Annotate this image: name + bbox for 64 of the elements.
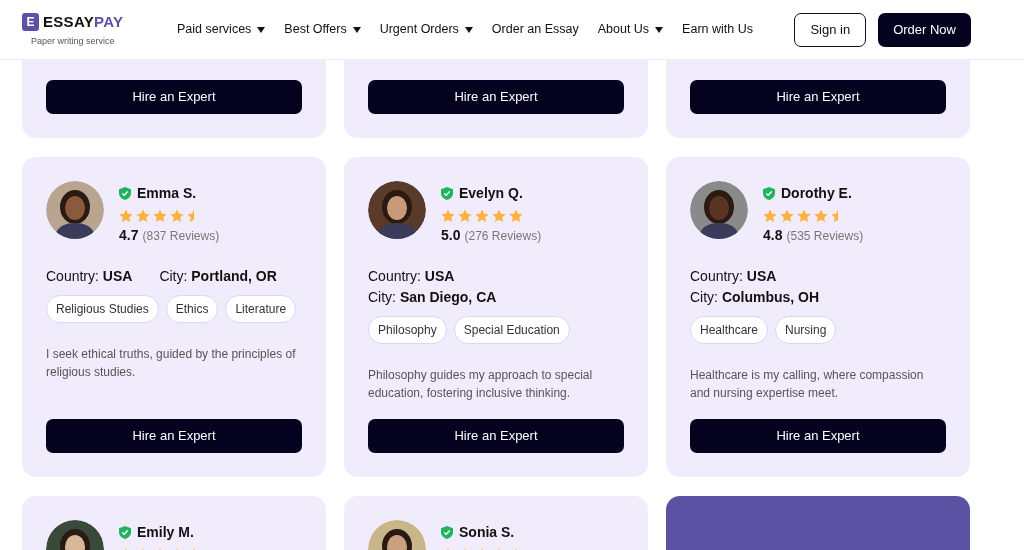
country-text: Country: USA [368,267,456,286]
subject-tag: Ethics [165,295,219,323]
star-icon [458,209,472,223]
writer-name: Evelyn Q. [459,184,523,203]
writer-name: Emma S. [137,184,197,203]
writer-name: Emily M. [137,523,194,542]
star-icon [797,209,811,223]
writer-name: Dorothy E. [781,184,852,203]
star-icon [492,209,506,223]
subject-tag: Philosophy [368,316,447,344]
city-text: City: Columbus, OH [690,288,821,307]
logo-wordmark: ESSAYPAY [43,12,124,32]
verified-shield-icon [119,187,131,200]
nav-link[interactable]: Earn with Us [682,20,753,39]
nav-link[interactable]: Order an Essay [491,20,579,39]
logo-mark: E [22,13,39,32]
subject-tag: Nursing [775,316,837,344]
hire-expert-button[interactable]: Hire an Expert [368,419,624,453]
review-count: (535 Reviews) [786,228,864,245]
star-icon [170,209,184,223]
star-icon [831,209,838,223]
country-text: Country: USA [46,267,133,286]
hire-expert-button[interactable]: Hire an Expert [46,419,302,453]
star-icon [475,209,489,223]
subject-tag: Special Education [453,316,570,344]
rating-value: 5.0 [441,226,461,245]
nav-link[interactable]: About Us [597,20,664,39]
rating-value: 4.7 [119,226,139,245]
writer-name: Sonia S. [459,523,515,542]
verified-shield-icon [441,526,453,539]
logo-tagline: Paper writing service [31,34,116,48]
verified-shield-icon [441,187,453,200]
writer-bio: Philosophy guides my approach to special education, fostering inclusive thinking. [368,367,594,402]
star-icon [119,209,133,223]
subject-tag: Religious Studies [46,295,159,323]
review-count: (276 Reviews) [464,228,542,245]
verified-shield-icon [763,187,775,200]
star-icon [763,209,777,223]
review-count: (837 Reviews) [142,228,220,245]
hire-expert-button[interactable]: Hire an Expert [690,419,946,453]
hire-expert-button[interactable]: Hire an Expert [46,80,302,114]
country-text: Country: USA [690,267,778,286]
writer-bio: Healthcare is my calling, where compassion and nursing expertise meet. [690,367,925,402]
star-icon [187,209,194,223]
star-icon [441,209,455,223]
star-icon [136,209,150,223]
star-icon [153,209,167,223]
star-icon [509,209,523,223]
rating-value: 4.8 [763,226,783,245]
city-text: City: Portland, OR [159,267,277,286]
order-now-button[interactable]: Order Now [878,12,971,47]
nav-link[interactable]: Urgent Orders [379,20,473,39]
verified-shield-icon [119,526,131,539]
star-icon [814,209,828,223]
writer-bio: I seek ethical truths, guided by the principles of religious studies. [46,346,297,381]
hire-expert-button[interactable]: Hire an Expert [368,80,624,114]
subject-tag: Literature [225,295,297,323]
star-icon [780,209,794,223]
nav-link[interactable]: Paid services [177,20,266,39]
nav-link[interactable]: Best Offers [284,20,361,39]
subject-tag: Healthcare [690,316,769,344]
sign-in-button[interactable]: Sign in [794,12,867,47]
city-text: City: San Diego, CA [368,288,498,307]
hire-expert-button[interactable]: Hire an Expert [690,80,946,114]
